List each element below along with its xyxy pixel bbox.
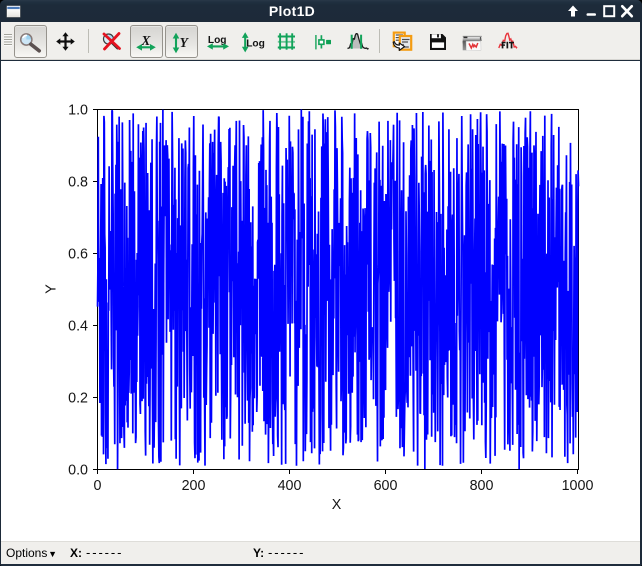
svg-text:Y: Y: [44, 284, 60, 294]
svg-text:0.8: 0.8: [68, 175, 88, 191]
svg-text:X: X: [332, 497, 342, 513]
svg-text:0.4: 0.4: [68, 319, 88, 335]
svg-text:800: 800: [470, 478, 494, 494]
svg-text:1000: 1000: [562, 478, 594, 494]
svg-text:1.0: 1.0: [68, 103, 88, 119]
svg-text:400: 400: [278, 478, 302, 494]
svg-text:600: 600: [374, 478, 398, 494]
svg-text:0: 0: [94, 478, 102, 494]
svg-text:0.0: 0.0: [68, 463, 88, 479]
svg-text:X: X: [140, 33, 151, 48]
svg-text:0.2: 0.2: [68, 391, 88, 407]
svg-text:0.6: 0.6: [68, 247, 88, 263]
svg-text:200: 200: [182, 478, 206, 494]
svg-text:Y: Y: [180, 35, 190, 50]
svg-text:Log: Log: [246, 38, 265, 49]
